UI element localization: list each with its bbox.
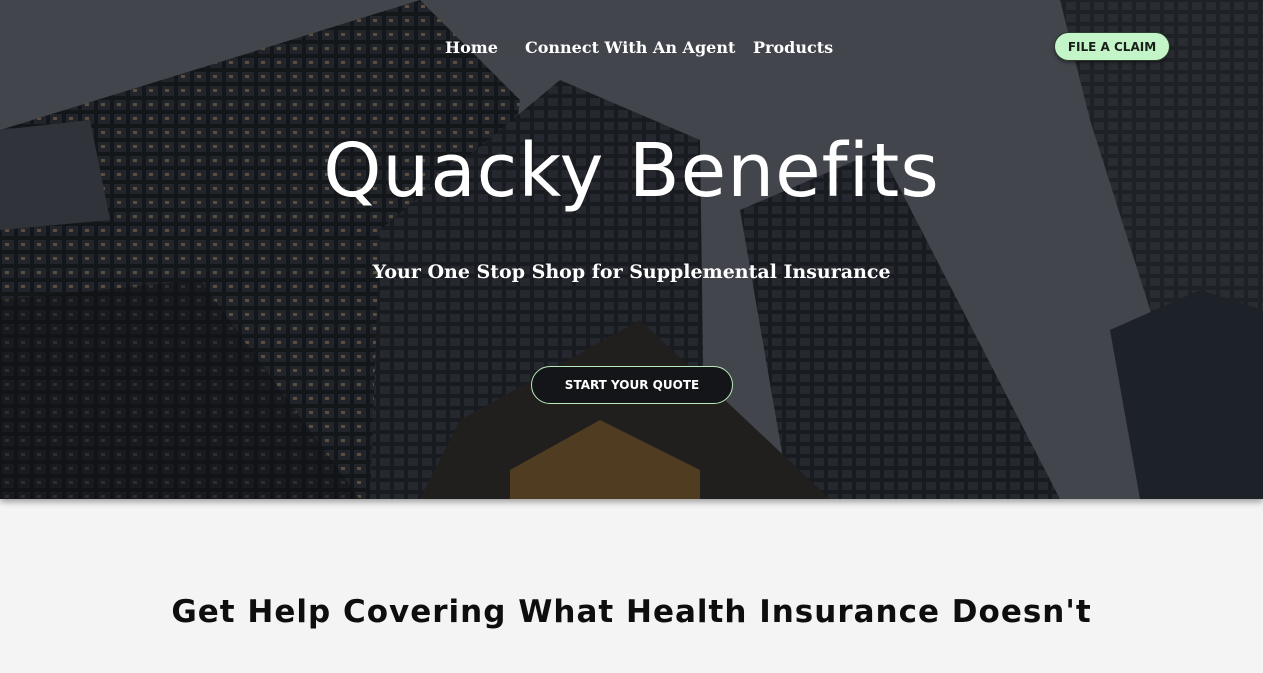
nav-link-connect-agent[interactable]: Connect With An Agent <box>525 38 735 57</box>
nav-link-products[interactable]: Products <box>753 38 833 57</box>
file-claim-button[interactable]: FILE A CLAIM <box>1054 32 1170 61</box>
hero-section: Home Connect With An Agent Products FILE… <box>0 0 1263 499</box>
nav-link-home[interactable]: Home <box>445 38 498 57</box>
section-heading: Get Help Covering What Health Insurance … <box>171 594 1092 630</box>
hero-title: Quacky Benefits <box>323 128 940 214</box>
start-quote-button[interactable]: START YOUR QUOTE <box>531 366 733 404</box>
hero-overlay <box>0 0 1263 499</box>
hero-subtitle: Your One Stop Shop for Supplemental Insu… <box>372 261 891 283</box>
